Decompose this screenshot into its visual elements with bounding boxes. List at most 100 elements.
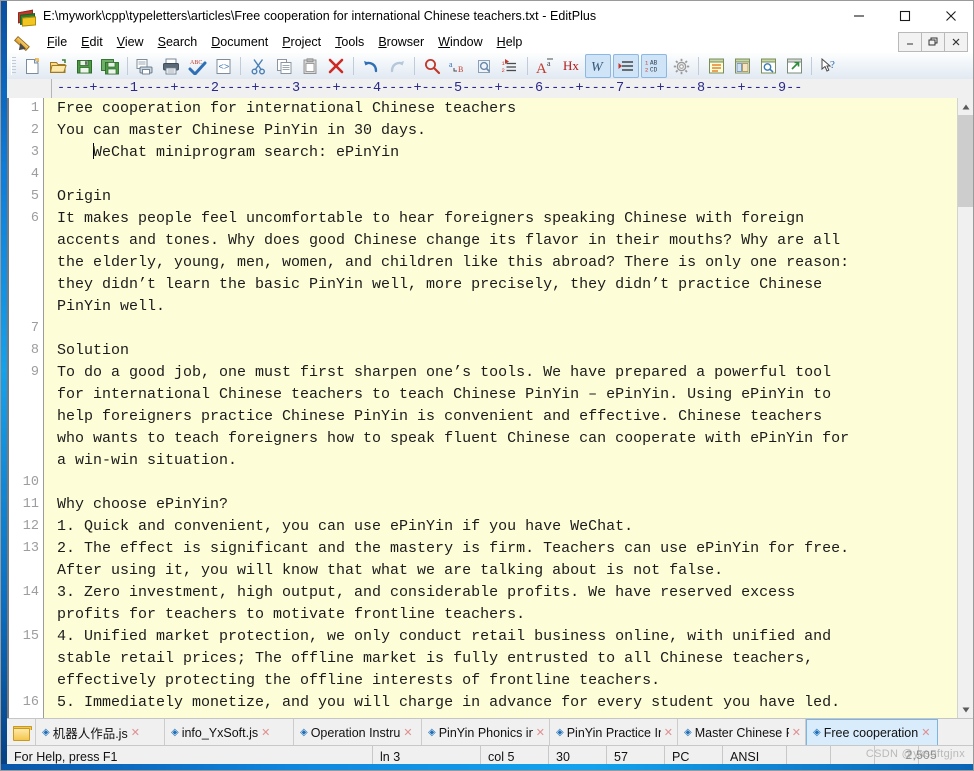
menu-file[interactable]: File xyxy=(40,33,74,51)
code-text[interactable]: Free cooperation for international Chine… xyxy=(44,98,973,718)
clip-library-icon[interactable] xyxy=(756,55,780,77)
view-source-icon[interactable]: <> xyxy=(211,55,235,77)
goto-line-icon[interactable]: 1 2 xyxy=(498,55,522,77)
tab-close-icon[interactable]: ✕ xyxy=(403,726,412,739)
replace-icon[interactable]: a B xyxy=(446,55,470,77)
code-line[interactable]: the elderly, young, men, women, and chil… xyxy=(57,252,973,274)
minimize-button[interactable] xyxy=(836,1,882,31)
code-line[interactable]: After using it, you will know that what … xyxy=(57,560,973,582)
output-window-icon[interactable] xyxy=(782,55,806,77)
menu-window[interactable]: Window xyxy=(431,33,489,51)
redo-icon[interactable] xyxy=(385,55,409,77)
menu-view[interactable]: View xyxy=(110,33,151,51)
hex-view-icon[interactable]: Hx xyxy=(559,55,583,77)
open-file-icon[interactable] xyxy=(46,55,70,77)
document-tab[interactable]: ◈ Master Chinese P ✕ xyxy=(678,719,806,746)
tab-close-icon[interactable]: ✕ xyxy=(921,726,930,739)
code-line[interactable]: WeChat miniprogram search: ePinYin xyxy=(57,142,973,164)
hex-label: Hx xyxy=(563,58,579,73)
spell-check-icon[interactable]: ABC xyxy=(185,55,209,77)
find-icon[interactable] xyxy=(420,55,444,77)
mdi-minimize-button[interactable] xyxy=(898,32,922,52)
code-line[interactable]: for international Chinese teachers to te… xyxy=(57,384,973,406)
document-tab[interactable]: ◈ Operation Instru ✕ xyxy=(294,719,422,746)
paste-icon[interactable] xyxy=(298,55,322,77)
code-line[interactable]: To do a good job, one must first sharpen… xyxy=(57,362,973,384)
menu-browser[interactable]: Browser xyxy=(371,33,431,51)
scrollbar-thumb[interactable] xyxy=(958,115,973,207)
menu-search[interactable]: Search xyxy=(151,33,205,51)
code-line[interactable]: profits for teachers to motivate frontli… xyxy=(57,604,973,626)
save-all-icon[interactable] xyxy=(98,55,122,77)
delete-icon[interactable] xyxy=(324,55,348,77)
document-tab[interactable]: ◈ 机器人作品.js ✕ xyxy=(36,719,165,746)
menu-edit[interactable]: Edit xyxy=(74,33,110,51)
text-editor-area[interactable]: 12345678910111213141516 − Free cooperati… xyxy=(7,98,973,718)
code-line[interactable]: 2. The effect is significant and the mas… xyxy=(57,538,973,560)
mdi-close-button[interactable] xyxy=(944,32,968,52)
line-number: 6 xyxy=(30,211,39,226)
tab-close-icon[interactable]: ✕ xyxy=(131,726,140,739)
menu-project[interactable]: Project xyxy=(275,33,328,51)
menu-document[interactable]: Document xyxy=(204,33,275,51)
code-line[interactable] xyxy=(57,318,973,340)
toolbar-grip[interactable] xyxy=(11,57,16,75)
code-line[interactable]: Why choose ePinYin? xyxy=(57,494,973,516)
maximize-button[interactable] xyxy=(882,1,928,31)
code-line[interactable]: stable retail prices; The offline market… xyxy=(57,648,973,670)
tab-close-icon[interactable]: ✕ xyxy=(536,726,545,739)
print-icon[interactable] xyxy=(159,55,183,77)
document-tab[interactable]: ◈ PinYin Practice In ✕ xyxy=(550,719,678,746)
save-icon[interactable] xyxy=(72,55,96,77)
code-line[interactable]: 4. Unified market protection, we only co… xyxy=(57,626,973,648)
code-line[interactable]: accents and tones. Why does good Chinese… xyxy=(57,230,973,252)
document-tab[interactable]: ◈ PinYin Phonics in ✕ xyxy=(422,719,550,746)
copy-icon[interactable] xyxy=(272,55,296,77)
new-file-icon[interactable] xyxy=(20,55,44,77)
tab-close-icon[interactable]: ✕ xyxy=(664,726,673,739)
tab-modified-icon: ◈ xyxy=(428,727,436,738)
document-tab[interactable]: ◈ info_YxSoft.js ✕ xyxy=(165,719,294,746)
code-line[interactable]: effectively protecting the offline inter… xyxy=(57,670,973,692)
line-number: 15 xyxy=(22,629,39,644)
code-line[interactable]: You can master Chinese PinYin in 30 days… xyxy=(57,120,973,142)
scroll-down-button[interactable] xyxy=(958,701,973,718)
code-line[interactable]: who wants to teach foreigners how to spe… xyxy=(57,428,973,450)
menu-tools[interactable]: Tools xyxy=(328,33,371,51)
code-line[interactable]: 3. Zero investment, high output, and con… xyxy=(57,582,973,604)
code-line[interactable]: PinYin well. xyxy=(57,296,973,318)
document-selector-icon[interactable] xyxy=(704,55,728,77)
directory-window-icon[interactable] xyxy=(730,55,754,77)
tab-close-icon[interactable]: ✕ xyxy=(792,726,801,739)
cut-icon[interactable] xyxy=(246,55,270,77)
folder-icon[interactable] xyxy=(7,719,36,746)
code-line[interactable]: 1. Quick and convenient, you can use ePi… xyxy=(57,516,973,538)
window-controls xyxy=(836,1,973,31)
line-numbers-icon[interactable]: 1 2 AB CD xyxy=(641,54,667,78)
font-icon[interactable]: A a xyxy=(533,55,557,77)
code-line[interactable]: Free cooperation for international Chine… xyxy=(57,98,973,120)
vertical-scrollbar[interactable] xyxy=(957,98,973,718)
preferences-icon[interactable] xyxy=(669,55,693,77)
menu-help[interactable]: Help xyxy=(490,33,530,51)
scroll-up-button[interactable] xyxy=(958,98,973,115)
mdi-restore-button[interactable] xyxy=(921,32,945,52)
code-line[interactable]: they didn’t learn the basic PinYin well,… xyxy=(57,274,973,296)
code-line[interactable]: Origin xyxy=(57,186,973,208)
undo-icon[interactable] xyxy=(359,55,383,77)
code-line[interactable]: 5. Immediately monetize, and you will ch… xyxy=(57,692,973,714)
close-button[interactable] xyxy=(928,1,973,31)
code-line[interactable]: Solution xyxy=(57,340,973,362)
find-in-files-icon[interactable] xyxy=(472,55,496,77)
code-line[interactable] xyxy=(57,472,973,494)
code-line[interactable]: a win-win situation. xyxy=(57,450,973,472)
show-spaces-icon[interactable] xyxy=(613,54,639,78)
code-line[interactable]: It makes people feel uncomfortable to he… xyxy=(57,208,973,230)
document-tab[interactable]: ◈ Free cooperation ✕ xyxy=(806,719,938,746)
print-preview-icon[interactable] xyxy=(133,55,157,77)
word-wrap-icon[interactable]: W xyxy=(585,54,611,78)
code-line[interactable]: help foreigners practice Chinese PinYin … xyxy=(57,406,973,428)
tab-close-icon[interactable]: ✕ xyxy=(261,726,270,739)
context-help-icon[interactable]: ? xyxy=(817,55,841,77)
code-line[interactable] xyxy=(57,164,973,186)
